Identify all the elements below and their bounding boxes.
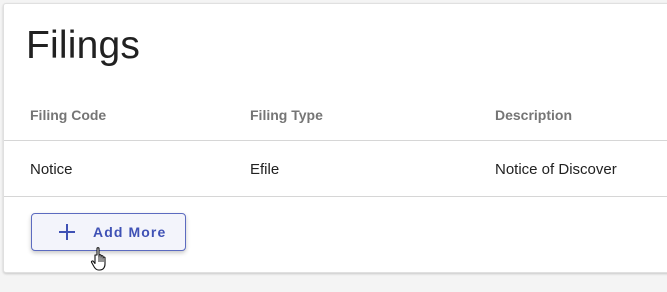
column-header-description[interactable]: Description: [495, 107, 572, 123]
cell-filing-code: Notice: [30, 161, 73, 178]
filings-table: Filing Code Filing Type Description Noti…: [4, 88, 667, 197]
page-title: Filings: [26, 24, 141, 67]
hand-pointer-icon: [90, 247, 106, 271]
column-header-filing-type[interactable]: Filing Type: [250, 107, 323, 123]
filings-card: Filings Filing Code Filing Type Descript…: [3, 3, 667, 273]
cell-filing-type: Efile: [250, 161, 280, 178]
plus-icon: [59, 224, 75, 240]
table-row[interactable]: Notice Efile Notice of Discover: [4, 141, 667, 197]
column-header-filing-code[interactable]: Filing Code: [30, 107, 106, 123]
cell-description: Notice of Discover: [495, 161, 617, 178]
table-header-row: Filing Code Filing Type Description: [4, 88, 667, 141]
add-more-label: Add More: [93, 224, 167, 240]
